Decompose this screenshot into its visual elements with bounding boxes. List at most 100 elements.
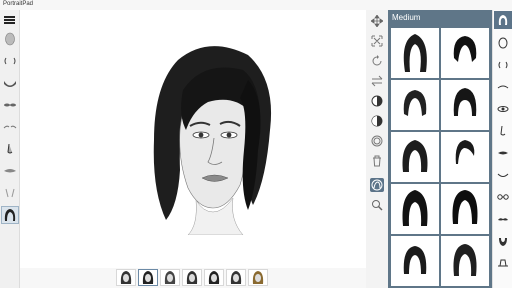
zoom-tool-button[interactable]	[370, 198, 384, 212]
hair-tool-button[interactable]	[370, 178, 384, 192]
category-hair[interactable]	[494, 11, 512, 29]
category-eyebrows[interactable]	[494, 78, 512, 96]
history-thumbnail[interactable]	[160, 269, 180, 286]
ears-button[interactable]	[1, 52, 19, 70]
flip-tool-button[interactable]	[370, 74, 384, 88]
eyes-button[interactable]	[1, 96, 19, 114]
nose-button[interactable]	[1, 140, 19, 158]
hairstyle-option[interactable]	[391, 132, 439, 182]
hairstyle-thumbnail	[452, 190, 478, 224]
hair-gallery-panel: Medium	[388, 10, 492, 288]
category-glasses[interactable]	[494, 188, 512, 206]
rotate-icon	[372, 55, 382, 66]
hairstyle-thumbnail	[453, 244, 477, 276]
category-mustache[interactable]	[494, 210, 512, 228]
feature-toolbar	[0, 10, 20, 288]
contrast-tool-button[interactable]	[370, 94, 384, 108]
shading-icon	[371, 115, 383, 127]
mustache-icon	[498, 218, 508, 221]
title-bar: PortraitPad	[0, 0, 512, 10]
app-window: PortraitPad Medium	[0, 0, 512, 288]
category-eyes[interactable]	[494, 100, 512, 118]
opacity-tool-button[interactable]	[370, 134, 384, 148]
hairstyle-option[interactable]	[441, 184, 489, 234]
category-nose[interactable]	[494, 122, 512, 140]
history-thumbnail[interactable]	[138, 269, 158, 286]
category-lips[interactable]	[494, 144, 512, 162]
eyebrows-button[interactable]	[1, 118, 19, 136]
history-thumbnail[interactable]	[182, 269, 202, 286]
history-thumbnail[interactable]	[204, 269, 224, 286]
lips-button[interactable]	[1, 162, 19, 180]
face-shape-icon	[498, 37, 508, 49]
portrait-thumbnail-icon	[252, 271, 264, 284]
hairstyle-option[interactable]	[391, 184, 439, 234]
glasses-icon	[497, 194, 509, 200]
portrait-thumbnail-icon	[120, 271, 132, 284]
hairstyle-thumbnail	[402, 190, 428, 226]
opacity-icon	[371, 135, 383, 147]
gallery-title: Medium	[392, 13, 421, 22]
category-ears[interactable]	[494, 56, 512, 74]
hair-feature-button[interactable]	[1, 206, 19, 224]
hairstyle-thumbnail	[403, 34, 427, 72]
history-thumbnail[interactable]	[226, 269, 246, 286]
head-shape-button[interactable]	[1, 30, 19, 48]
tools-column	[366, 10, 388, 288]
portrait-sketch	[153, 46, 272, 235]
delete-tool-button[interactable]	[370, 154, 384, 168]
portrait-thumbnail-icon	[208, 271, 220, 284]
history-strip	[20, 268, 366, 288]
ears-icon	[4, 57, 16, 65]
shading-tool-button[interactable]	[370, 114, 384, 128]
search-icon	[372, 200, 383, 211]
hair-category-icon	[498, 15, 508, 25]
jaw-icon	[4, 81, 16, 87]
portrait-thumbnail-icon	[186, 271, 198, 284]
category-bar	[492, 10, 512, 288]
category-accessories[interactable]	[494, 254, 512, 272]
hairstyle-option[interactable]	[391, 28, 439, 78]
hairstyle-thumbnail	[455, 140, 475, 164]
portrait-thumbnail-icon	[164, 271, 176, 284]
beard-icon	[499, 238, 507, 246]
nose-category-icon	[500, 125, 506, 136]
resize-icon	[371, 35, 383, 47]
hat-icon	[498, 259, 508, 267]
category-beard[interactable]	[494, 232, 512, 250]
move-tool-button[interactable]	[370, 14, 384, 28]
category-mouth[interactable]	[494, 166, 512, 184]
lines-button[interactable]	[1, 184, 19, 202]
hairstyle-option[interactable]	[441, 80, 489, 130]
mouth-icon	[497, 173, 509, 177]
lines-icon	[5, 188, 15, 198]
hairstyle-thumbnail	[453, 36, 477, 62]
contrast-icon	[371, 95, 383, 107]
hairstyle-option[interactable]	[441, 28, 489, 78]
history-thumbnail[interactable]	[116, 269, 136, 286]
hair-tool-icon	[371, 179, 383, 191]
eye-icon	[497, 106, 509, 112]
hairstyle-thumbnail	[403, 246, 427, 274]
hairstyle-thumbnail	[402, 140, 428, 172]
hairstyle-option[interactable]	[391, 236, 439, 286]
nose-icon	[7, 143, 13, 154]
jaw-button[interactable]	[1, 74, 19, 92]
resize-tool-button[interactable]	[370, 34, 384, 48]
hairstyle-option[interactable]	[441, 236, 489, 286]
move-icon	[371, 15, 383, 27]
head-shape-icon	[5, 32, 15, 46]
eyebrows-category-icon	[497, 85, 509, 89]
hairstyle-option[interactable]	[441, 132, 489, 182]
lips-category-icon	[498, 151, 508, 155]
hairstyle-option[interactable]	[391, 80, 439, 130]
portrait-canvas[interactable]	[20, 10, 366, 270]
rotate-tool-button[interactable]	[370, 54, 384, 68]
history-thumbnail[interactable]	[248, 269, 268, 286]
hamburger-icon[interactable]	[4, 16, 15, 24]
ears-category-icon	[498, 61, 508, 69]
category-face-shape[interactable]	[494, 34, 512, 52]
hairstyle-thumbnail	[403, 90, 427, 116]
portrait-thumbnail-icon	[230, 271, 242, 284]
hairstyle-thumbnail	[453, 88, 477, 116]
